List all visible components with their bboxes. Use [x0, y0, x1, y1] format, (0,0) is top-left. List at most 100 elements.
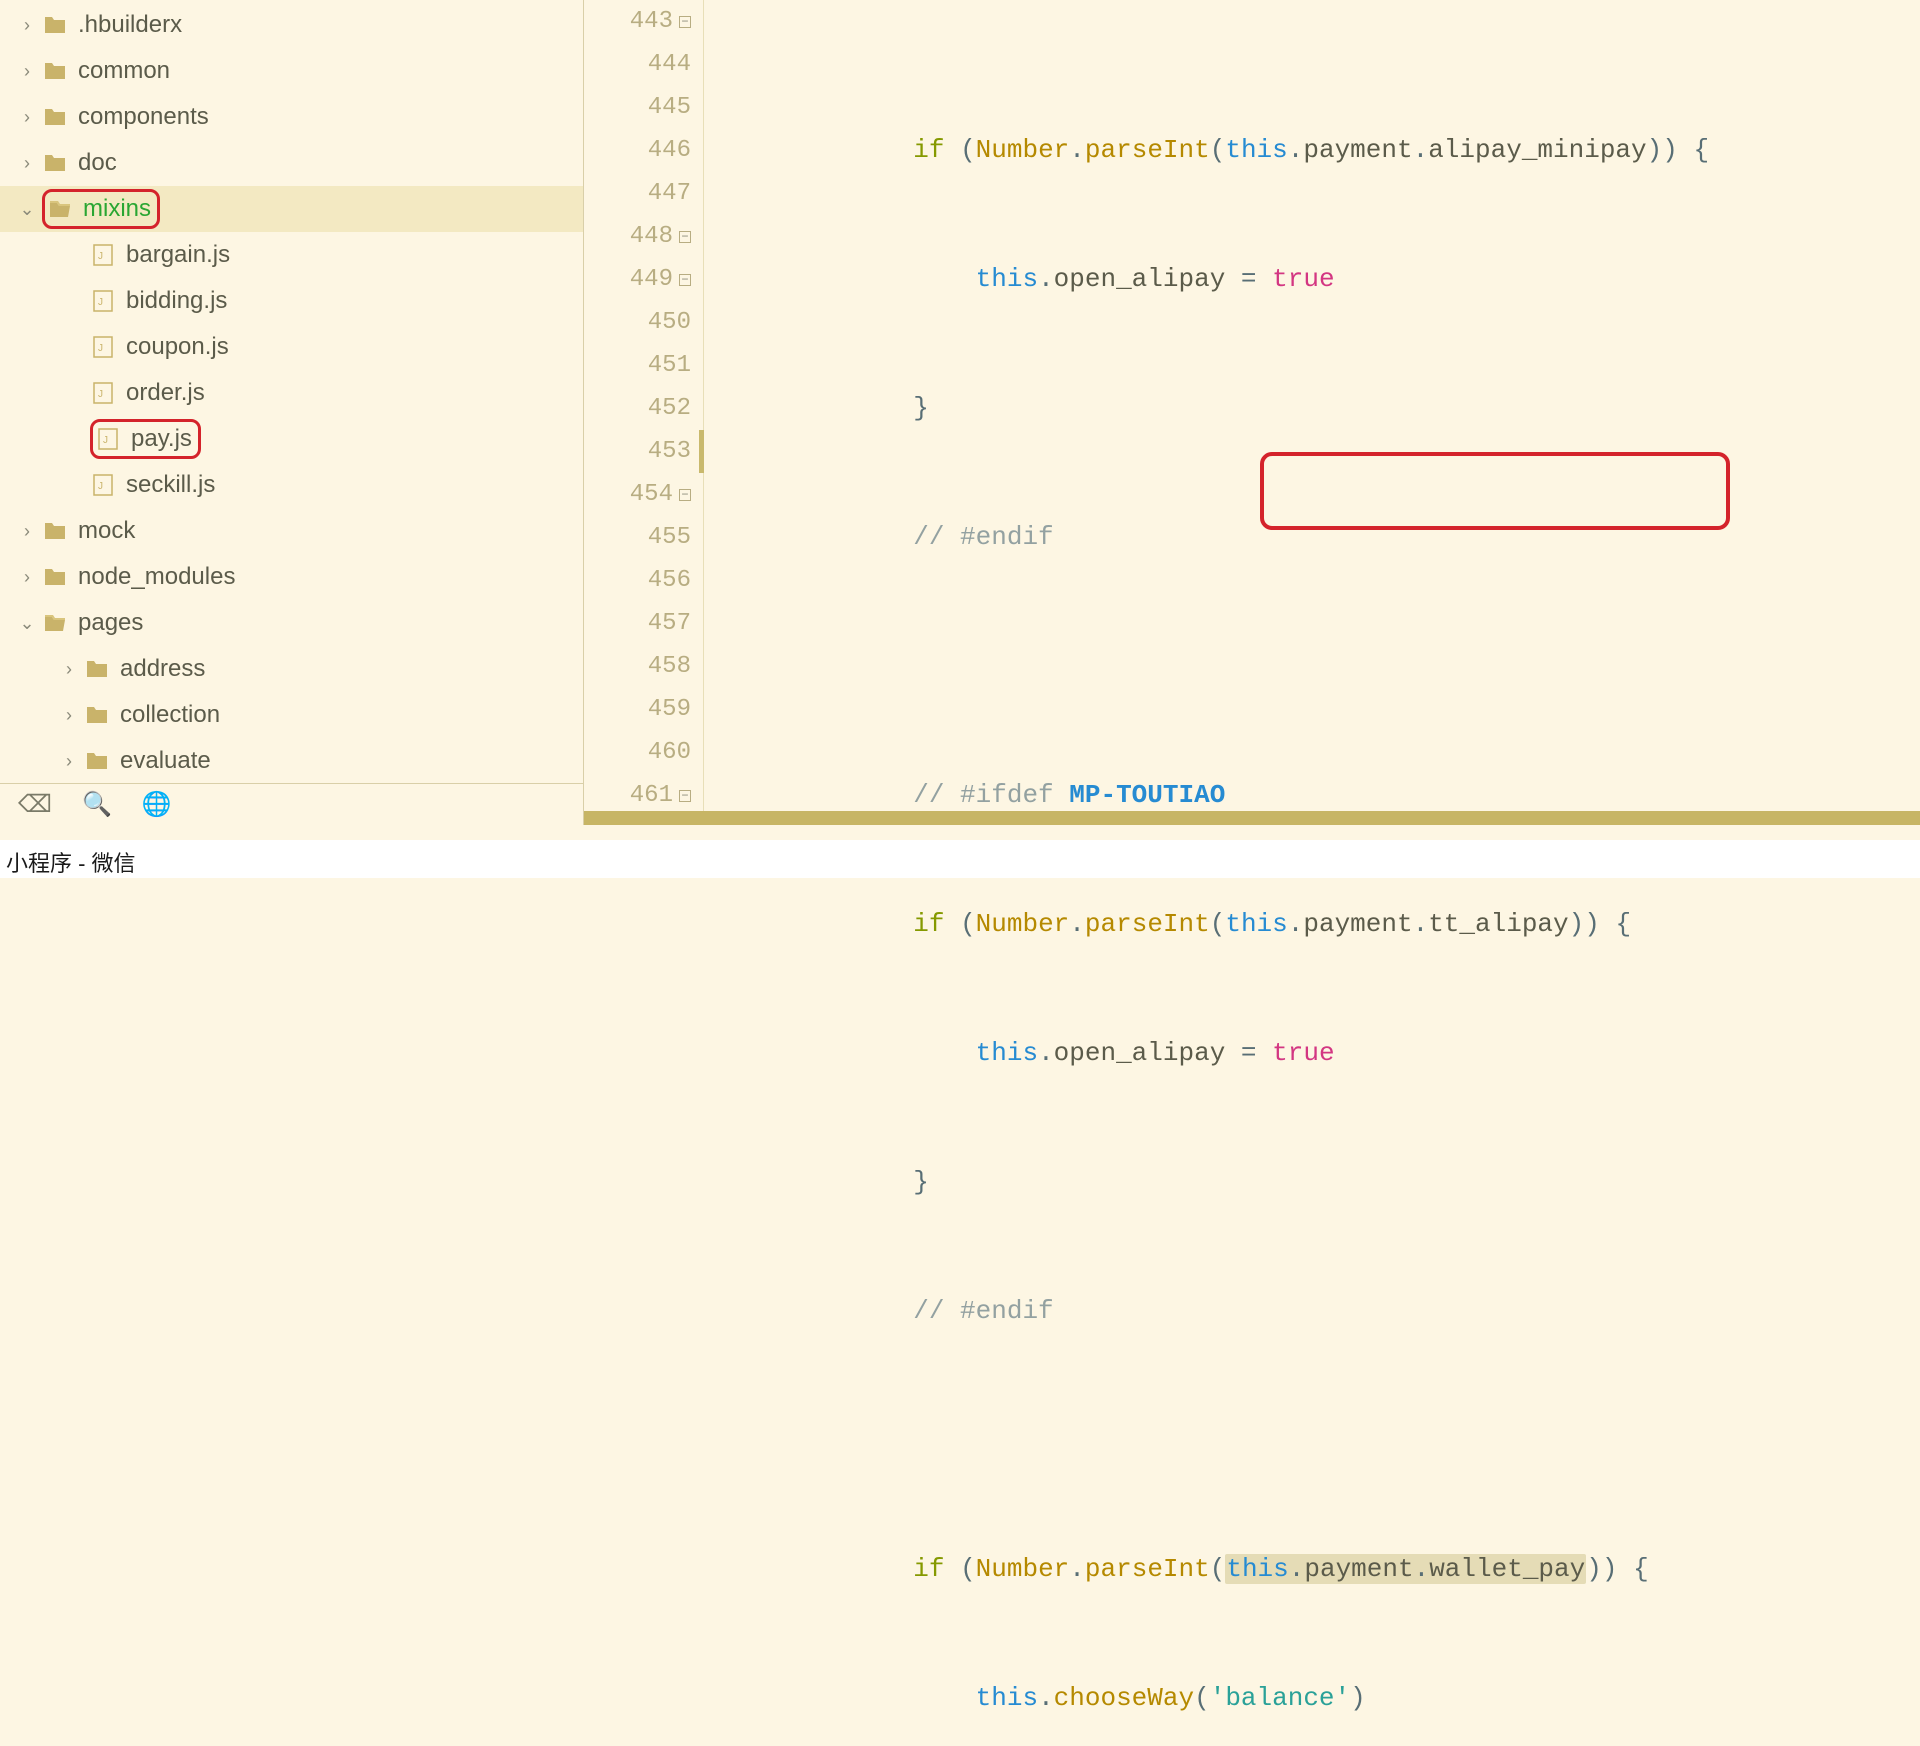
- line-number: 446: [648, 129, 691, 172]
- tree-item-coupon-js[interactable]: J coupon.js: [0, 324, 583, 370]
- line-gutter: 443− 444 445 446 447 448− 449− 450 451 4…: [584, 0, 704, 825]
- folder-icon: [42, 14, 68, 36]
- tree-item-pay-js[interactable]: J pay.js: [0, 416, 583, 462]
- fold-icon[interactable]: −: [679, 274, 691, 286]
- tree-item-evaluate[interactable]: › evaluate: [0, 738, 583, 783]
- fold-icon[interactable]: −: [679, 231, 691, 243]
- tree-item-common[interactable]: › common: [0, 48, 583, 94]
- tree-item-hbuilderx[interactable]: › .hbuilderx: [0, 2, 583, 48]
- code-area[interactable]: if (Number.parseInt(this.payment.alipay_…: [704, 0, 1920, 825]
- line-number: 460: [648, 731, 691, 774]
- folder-icon: [84, 750, 110, 772]
- folder-open-icon: [47, 198, 73, 220]
- tree-item-seckill-js[interactable]: J seckill.js: [0, 462, 583, 508]
- folder-icon: [42, 566, 68, 588]
- tree-item-label: collection: [120, 701, 220, 729]
- svg-text:J: J: [98, 389, 103, 400]
- tree-item-collection[interactable]: › collection: [0, 692, 583, 738]
- chevron-right-icon: ›: [18, 567, 36, 588]
- chevron-down-icon: ⌄: [18, 613, 36, 634]
- folder-icon: [42, 152, 68, 174]
- line-number: 450: [648, 301, 691, 344]
- tree-item-doc[interactable]: › doc: [0, 140, 583, 186]
- file-tree[interactable]: › .hbuilderx › common › components › doc: [0, 0, 583, 783]
- line-number: 444: [648, 43, 691, 86]
- chevron-right-icon: ›: [60, 751, 78, 772]
- tree-item-label: pay.js: [131, 425, 192, 453]
- fold-icon[interactable]: −: [679, 16, 691, 28]
- change-marker: [699, 430, 704, 473]
- tree-item-mock[interactable]: › mock: [0, 508, 583, 554]
- tree-item-bidding-js[interactable]: J bidding.js: [0, 278, 583, 324]
- chevron-right-icon: ›: [18, 107, 36, 128]
- fold-icon[interactable]: −: [679, 489, 691, 501]
- search-icon[interactable]: 🔍: [82, 790, 112, 819]
- chevron-right-icon: ›: [18, 15, 36, 36]
- line-number: 455: [648, 516, 691, 559]
- svg-text:J: J: [103, 435, 108, 446]
- tree-item-label: bargain.js: [126, 241, 230, 269]
- chevron-down-icon: ⌄: [18, 199, 36, 220]
- line-number: 443: [630, 0, 673, 43]
- folder-icon: [42, 106, 68, 128]
- tree-item-label: components: [78, 103, 209, 131]
- folder-icon: [42, 520, 68, 542]
- line-number: 457: [648, 602, 691, 645]
- globe-icon[interactable]: 🌐: [142, 790, 172, 819]
- js-file-icon: J: [90, 290, 116, 312]
- highlight-box: mixins: [42, 189, 160, 229]
- footer-text: 小程序 - 微信: [0, 840, 1920, 878]
- tree-item-label: coupon.js: [126, 333, 229, 361]
- js-file-icon: J: [90, 244, 116, 266]
- line-number: 458: [648, 645, 691, 688]
- chevron-right-icon: ›: [18, 153, 36, 174]
- bug-icon[interactable]: ⌫: [18, 790, 52, 819]
- tree-item-pages[interactable]: ⌄ pages: [0, 600, 583, 646]
- sidebar-toolbar: ⌫ 🔍 🌐: [0, 783, 583, 825]
- chevron-right-icon: ›: [60, 705, 78, 726]
- js-file-icon: J: [90, 336, 116, 358]
- line-number: 449: [630, 258, 673, 301]
- tree-item-node-modules[interactable]: › node_modules: [0, 554, 583, 600]
- chevron-right-icon: ›: [60, 659, 78, 680]
- selection: this.payment.wallet_pay: [1225, 1554, 1586, 1584]
- line-number: 447: [648, 172, 691, 215]
- tree-item-label: evaluate: [120, 747, 211, 775]
- file-explorer: › .hbuilderx › common › components › doc: [0, 0, 584, 825]
- chevron-right-icon: ›: [18, 521, 36, 542]
- fold-icon[interactable]: −: [679, 790, 691, 802]
- line-number: 454: [630, 473, 673, 516]
- line-number: 456: [648, 559, 691, 602]
- tree-item-components[interactable]: › components: [0, 94, 583, 140]
- tree-item-label: .hbuilderx: [78, 11, 182, 39]
- line-number: 448: [630, 215, 673, 258]
- code-editor[interactable]: 443− 444 445 446 447 448− 449− 450 451 4…: [584, 0, 1920, 825]
- svg-text:J: J: [98, 251, 103, 262]
- tree-item-label: node_modules: [78, 563, 235, 591]
- tree-item-order-js[interactable]: J order.js: [0, 370, 583, 416]
- line-number: 451: [648, 344, 691, 387]
- svg-text:J: J: [98, 297, 103, 308]
- tree-item-label: doc: [78, 149, 117, 177]
- folder-icon: [84, 704, 110, 726]
- line-number: 445: [648, 86, 691, 129]
- tree-item-label: mixins: [83, 195, 151, 223]
- line-number: 453: [648, 430, 691, 473]
- tree-item-mixins[interactable]: ⌄ mixins: [0, 186, 583, 232]
- svg-text:J: J: [98, 481, 103, 492]
- tree-item-label: common: [78, 57, 170, 85]
- folder-open-icon: [42, 612, 68, 634]
- tree-item-label: seckill.js: [126, 471, 215, 499]
- js-file-icon: J: [95, 428, 121, 450]
- tree-item-label: mock: [78, 517, 135, 545]
- svg-text:J: J: [98, 343, 103, 354]
- js-file-icon: J: [90, 474, 116, 496]
- line-number: 452: [648, 387, 691, 430]
- line-number: 459: [648, 688, 691, 731]
- highlight-box: J pay.js: [90, 419, 201, 459]
- horizontal-scrollbar[interactable]: [584, 811, 1920, 825]
- tree-item-address[interactable]: › address: [0, 646, 583, 692]
- tree-item-bargain-js[interactable]: J bargain.js: [0, 232, 583, 278]
- folder-icon: [84, 658, 110, 680]
- tree-item-label: bidding.js: [126, 287, 227, 315]
